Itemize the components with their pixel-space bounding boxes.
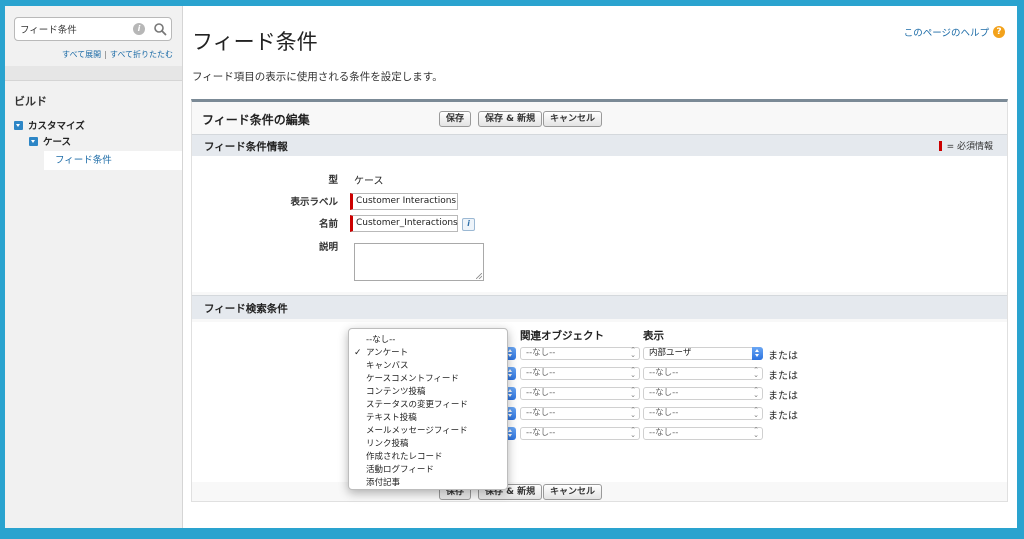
tree-node-customize-label: カスタマイズ (28, 121, 85, 132)
tree-node-case-label: ケース (43, 137, 72, 148)
dropdown-item[interactable]: コンテンツ投稿 (349, 386, 507, 399)
related-object-select[interactable]: --なし-- ⌃ ⌄ (520, 367, 640, 380)
collapse-toggle-icon[interactable] (29, 136, 38, 146)
panel-title: フィード条件の編集 (202, 113, 310, 127)
display-label-label: 表示ラベル (290, 197, 338, 208)
dropdown-item[interactable]: --なし-- (349, 334, 507, 347)
help-link-label[interactable]: このページのヘルプ (904, 25, 989, 39)
panel-footer: 保存 保存 & 新規 キャンセル (192, 482, 1007, 502)
help-link[interactable]: このページのヘルプ ? (904, 25, 1005, 39)
dropdown-item[interactable]: ケースコメントフィード (349, 373, 507, 386)
or-label: または (768, 391, 798, 402)
dropdown-item[interactable]: テキスト投稿 (349, 412, 507, 425)
required-marker (938, 140, 942, 151)
select-arrows-icon: ⌃ ⌄ (630, 346, 636, 359)
tree-item-feed-filters[interactable]: フィード条件 (44, 151, 182, 170)
required-legend: = 必須情報 (938, 139, 993, 152)
dropdown-item[interactable]: メールメッセージフィード (349, 425, 507, 438)
page-title: フィード条件 (192, 30, 318, 54)
dropdown-item[interactable]: キャンバス (349, 360, 507, 373)
link-separator: | (104, 50, 107, 59)
main-content: フィード条件 このページのヘルプ ? フィード項目の表示に使用される条件を設定し… (183, 6, 1017, 528)
save-button[interactable]: 保存 (439, 111, 472, 127)
section-title-criteria: フィード検索条件 (204, 303, 288, 315)
dropdown-item[interactable]: 添付記事 (349, 477, 507, 490)
dropdown-item[interactable]: ステータスの変更フィード (349, 399, 507, 412)
section-header-criteria: フィード検索条件 (192, 295, 1007, 319)
sidebar-search-input[interactable] (20, 21, 124, 37)
name-input[interactable]: Customer_Interactions (350, 215, 458, 232)
resize-handle-icon[interactable] (476, 273, 482, 279)
related-object-select[interactable]: --なし-- ⌃ ⌄ (520, 427, 640, 440)
description-label: 説明 (318, 242, 338, 253)
sidebar-search-box[interactable]: i (14, 17, 172, 41)
related-object-select[interactable]: --なし-- ⌃ ⌄ (520, 407, 640, 420)
tree-node-customize[interactable]: カスタマイズ (14, 118, 85, 132)
select-arrows-icon (752, 347, 763, 360)
description-textarea[interactable] (354, 243, 484, 281)
checkmark-icon: ✓ (354, 348, 362, 358)
related-object-select[interactable]: --なし-- ⌃ ⌄ (520, 347, 640, 360)
edit-panel: フィード条件の編集 保存 保存 & 新規 キャンセル フィード条件情報 = 必須… (191, 99, 1008, 502)
display-label-input[interactable]: Customer Interactions (350, 193, 458, 210)
visibility-select[interactable]: --なし-- ⌃ ⌄ (643, 367, 763, 380)
select-arrows-icon: ⌃ ⌄ (753, 426, 759, 439)
select-arrows-icon: ⌃ ⌄ (753, 386, 759, 399)
help-icon[interactable]: ? (993, 26, 1005, 38)
sidebar: i すべて展開|すべて折りたたむ ビルド カスタマイズ ケース フィード条件 (5, 6, 183, 528)
section-title-info: フィード条件情報 (204, 141, 288, 153)
sidebar-section-build: ビルド (14, 95, 47, 108)
sidebar-divider (5, 66, 182, 81)
page-description: フィード項目の表示に使用される条件を設定します。 (192, 71, 443, 83)
visibility-select[interactable]: --なし-- ⌃ ⌄ (643, 427, 763, 440)
cancel-button[interactable]: キャンセル (543, 111, 603, 127)
app-window: i すべて展開|すべて折りたたむ ビルド カスタマイズ ケース フィード条件 フ… (5, 6, 1017, 528)
tree-node-case[interactable]: ケース (29, 134, 71, 148)
visibility-select[interactable]: 内部ユーザ (643, 347, 763, 360)
collapse-all-link[interactable]: すべて折りたたむ (110, 50, 173, 59)
panel-header: フィード条件の編集 保存 保存 & 新規 キャンセル (192, 102, 1007, 134)
criteria-section-body: 関連オブジェクト 表示 --なし-- ⌃ ⌄ 内部ユーザ または --なし-- ⌃ ⌄ … (192, 322, 1007, 482)
select-arrows-icon: ⌃ ⌄ (753, 406, 759, 419)
info-clear-icon[interactable]: i (133, 23, 145, 35)
dropdown-item[interactable]: リンク投稿 (349, 438, 507, 451)
select-arrows-icon: ⌃ ⌄ (630, 406, 636, 419)
visibility-select[interactable]: --なし-- ⌃ ⌄ (643, 387, 763, 400)
related-object-select[interactable]: --なし-- ⌃ ⌄ (520, 387, 640, 400)
save-new-button[interactable]: 保存 & 新規 (478, 111, 543, 127)
or-label: または (768, 411, 798, 422)
cancel-button-bottom[interactable]: キャンセル (543, 484, 603, 500)
info-section-body: 型 ケース 表示ラベル Customer Interactions 名前 Cus… (192, 156, 1007, 292)
select-arrows-icon: ⌃ ⌄ (630, 426, 636, 439)
info-icon[interactable]: i (462, 218, 475, 231)
select-arrows-icon: ⌃ ⌄ (753, 366, 759, 379)
feed-type-dropdown-menu: --なし-- ✓ アンケート キャンバス ケースコメントフィード コンテンツ投稿 … (348, 328, 508, 490)
select-arrows-icon: ⌃ ⌄ (630, 386, 636, 399)
visibility-select[interactable]: --なし-- ⌃ ⌄ (643, 407, 763, 420)
column-header-related-object: 関連オブジェクト (520, 330, 604, 342)
required-legend-text: = 必須情報 (946, 142, 993, 152)
dropdown-item[interactable]: 活動ログフィード (349, 464, 507, 477)
collapse-toggle-icon[interactable] (14, 120, 23, 130)
column-header-visibility: 表示 (643, 330, 664, 342)
section-header-info: フィード条件情報 = 必須情報 (192, 134, 1007, 156)
type-value: ケース (354, 176, 384, 187)
expand-all-link[interactable]: すべて展開 (62, 50, 101, 59)
dropdown-item-selected[interactable]: ✓ アンケート (349, 347, 507, 360)
search-icon[interactable] (153, 22, 167, 36)
or-label: または (768, 351, 798, 362)
expand-collapse-links: すべて展開 | すべて折りたたむ (5, 49, 173, 60)
type-label: 型 (328, 175, 338, 186)
name-label: 名前 (318, 219, 338, 230)
select-arrows-icon: ⌃ ⌄ (630, 366, 636, 379)
or-label: または (768, 371, 798, 382)
dropdown-item[interactable]: 作成されたレコード (349, 451, 507, 464)
